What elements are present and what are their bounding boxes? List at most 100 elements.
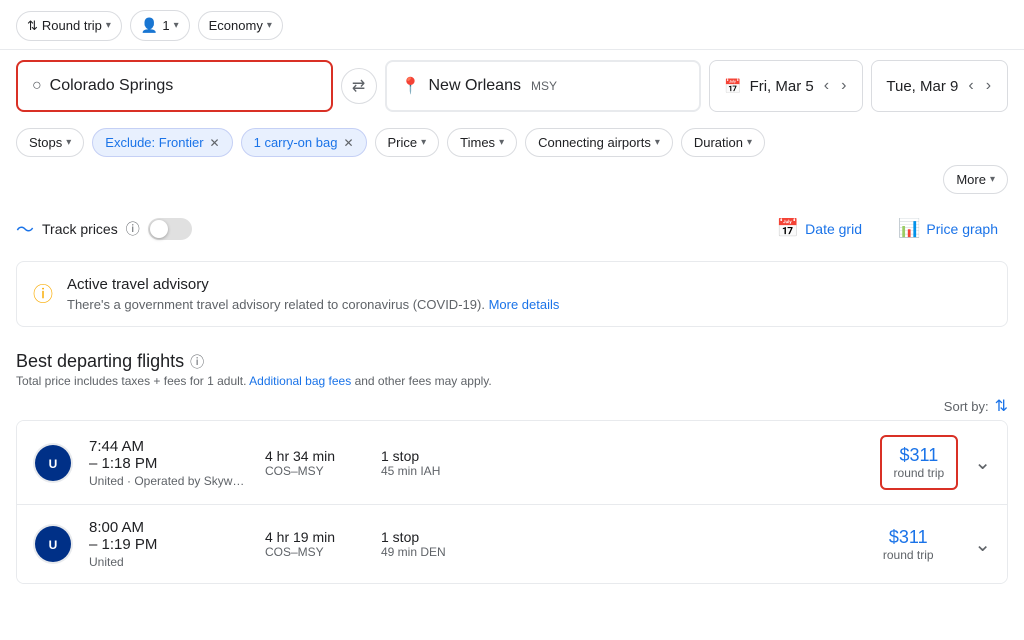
depart-date-text: Fri, Mar 5 [750, 78, 814, 95]
track-prices-icon: 〜 [16, 216, 34, 242]
advisory-text-content: There's a government travel advisory rel… [67, 297, 485, 312]
duration-filter[interactable]: Duration ▾ [681, 128, 765, 157]
exclude-close-icon[interactable]: ✕ [210, 136, 220, 150]
flight-duration: 4 hr 34 min COS–MSY [265, 448, 365, 478]
calendar-icon: 📅 [724, 78, 741, 95]
flight-arrive-time: 1:19 PM [102, 536, 158, 553]
flight-dur-time: 4 hr 19 min [265, 529, 365, 545]
round-trip-button[interactable]: ⇅ Round trip ▾ [16, 11, 122, 41]
more-label: More [956, 172, 986, 187]
stops-label: Stops [29, 135, 62, 150]
return-date-field[interactable]: Tue, Mar 9 ‹ › [871, 60, 1008, 112]
sort-icon[interactable]: ⇅ [995, 396, 1008, 416]
flight-price-highlighted: $311 round trip [880, 435, 959, 490]
price-label: Price [388, 135, 418, 150]
expand-icon[interactable]: ⌄ [974, 450, 991, 475]
flight-dur-route: COS–MSY [265, 545, 365, 559]
times-filter[interactable]: Times ▾ [447, 128, 517, 157]
depart-next[interactable]: › [839, 77, 848, 95]
section-info-icon[interactable]: ⓘ [190, 352, 204, 372]
depart-date-field[interactable]: 📅 Fri, Mar 5 ‹ › [709, 60, 863, 112]
advisory-more-details-link[interactable]: More details [489, 297, 560, 312]
flight-times: 7:44 AM – 1:18 PM United · Operated by S… [89, 438, 249, 488]
return-next[interactable]: › [984, 77, 993, 95]
search-row: ○ Colorado Springs ⇄ 📍 New Orleans MSY 📅… [0, 50, 1024, 122]
travel-advisory: ⓘ Active travel advisory There's a gover… [16, 261, 1008, 327]
exclude-frontier-filter[interactable]: Exclude: Frontier ✕ [92, 128, 232, 157]
person-icon: 👤 [141, 17, 158, 34]
flight-duration: 4 hr 19 min COS–MSY [265, 529, 365, 559]
flight-dur-route: COS–MSY [265, 464, 365, 478]
section-header: Best departing flights ⓘ Total price inc… [0, 335, 1024, 392]
destination-code: MSY [531, 79, 557, 93]
more-row: More ▾ [0, 163, 1024, 200]
cabin-chevron: ▾ [267, 20, 272, 31]
origin-field[interactable]: ○ Colorado Springs [16, 60, 333, 112]
depart-prev[interactable]: ‹ [822, 77, 831, 95]
table-row[interactable]: U 7:44 AM – 1:18 PM United · Operated by… [17, 421, 1007, 505]
destination-text: New Orleans [428, 77, 520, 95]
track-prices-label: Track prices [42, 221, 118, 237]
flight-airline: United · Operated by Skywest DBA United … [89, 474, 249, 488]
round-trip-label: Round trip [42, 18, 102, 33]
expand-icon[interactable]: ⌄ [974, 532, 991, 557]
price-filter[interactable]: Price ▾ [375, 128, 440, 157]
price-chevron: ▾ [421, 137, 426, 148]
flight-list: U 7:44 AM – 1:18 PM United · Operated by… [16, 420, 1008, 584]
cabin-label: Economy [209, 18, 263, 33]
price-graph-icon: 📊 [898, 218, 920, 239]
duration-label: Duration [694, 135, 743, 150]
destination-icon: 📍 [401, 76, 421, 96]
flight-airline: United [89, 555, 249, 569]
passengers-chevron: ▾ [174, 20, 179, 31]
section-subtitle: Total price includes taxes + fees for 1 … [16, 374, 1008, 388]
destination-field[interactable]: 📍 New Orleans MSY [385, 60, 702, 112]
more-button[interactable]: More ▾ [943, 165, 1008, 194]
flight-price-amount: $311 [894, 445, 945, 466]
track-prices-right: 📅 Date grid 📊 Price graph [767, 212, 1008, 245]
flight-arrive-time: 1:18 PM [102, 455, 158, 472]
more-chevron: ▾ [990, 174, 995, 185]
connecting-label: Connecting airports [538, 135, 651, 150]
sort-label: Sort by: [944, 399, 989, 414]
flight-stop-detail: 49 min DEN [381, 545, 481, 559]
return-prev[interactable]: ‹ [966, 77, 975, 95]
track-row: 〜 Track prices ⓘ 📅 Date grid 📊 Price gra… [0, 200, 1024, 253]
sort-icon: ⇅ [27, 18, 38, 34]
track-prices-info-icon[interactable]: ⓘ [126, 219, 140, 239]
swap-button[interactable]: ⇄ [341, 68, 377, 104]
duration-chevron: ▾ [747, 137, 752, 148]
cabin-button[interactable]: Economy ▾ [198, 11, 283, 40]
airline-logo: U [33, 443, 73, 483]
filter-row: Stops ▾ Exclude: Frontier ✕ 1 carry-on b… [0, 122, 1024, 163]
bag-close-icon[interactable]: ✕ [343, 136, 353, 150]
section-title: Best departing flights ⓘ [16, 351, 1008, 372]
flight-price: $311 round trip [858, 527, 958, 562]
flight-price-amount: $311 [858, 527, 958, 548]
connecting-airports-filter[interactable]: Connecting airports ▾ [525, 128, 673, 157]
price-graph-button[interactable]: 📊 Price graph [888, 212, 1008, 245]
subtitle-text: Total price includes taxes + fees for 1 … [16, 374, 246, 388]
date-grid-button[interactable]: 📅 Date grid [767, 212, 872, 245]
flight-stop-count: 1 stop [381, 529, 481, 545]
bag-fees-link[interactable]: Additional bag fees [249, 374, 351, 388]
carry-on-filter[interactable]: 1 carry-on bag ✕ [241, 128, 367, 157]
svg-text:U: U [49, 457, 58, 471]
table-row[interactable]: U 8:00 AM – 1:19 PM United 4 hr 19 min C… [17, 505, 1007, 583]
bag-label: 1 carry-on bag [254, 135, 338, 150]
flight-stop-detail: 45 min IAH [381, 464, 481, 478]
sort-row: Sort by: ⇅ [0, 392, 1024, 420]
svg-text:U: U [49, 538, 58, 552]
section-title-text: Best departing flights [16, 351, 184, 372]
flight-time: 7:44 AM [89, 438, 249, 455]
passengers-button[interactable]: 👤 1 ▾ [130, 10, 190, 41]
track-prices-toggle[interactable] [148, 218, 192, 240]
swap-icon: ⇄ [352, 76, 365, 96]
round-trip-chevron: ▾ [106, 20, 111, 31]
origin-icon: ○ [32, 77, 42, 95]
times-label: Times [460, 135, 495, 150]
flight-times: 8:00 AM – 1:19 PM United [89, 519, 249, 569]
flight-stop-count: 1 stop [381, 448, 481, 464]
times-chevron: ▾ [499, 137, 504, 148]
stops-filter[interactable]: Stops ▾ [16, 128, 84, 157]
